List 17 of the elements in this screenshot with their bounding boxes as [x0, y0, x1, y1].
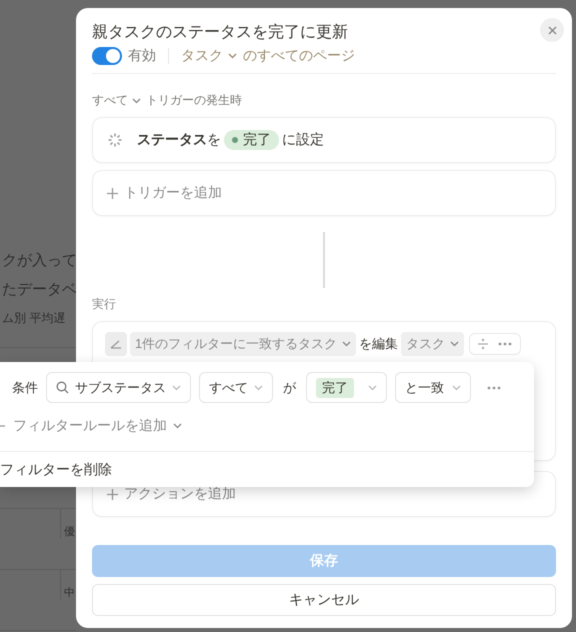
- section-label: トリガーの発生時: [146, 92, 242, 109]
- page-text: ム別 平均遅: [2, 310, 66, 327]
- action-verb: を編集: [359, 335, 398, 353]
- particle-text: を: [207, 131, 221, 149]
- table-cell: 優: [60, 509, 75, 539]
- property-name: ステータス: [137, 131, 207, 149]
- condition-label: 条件: [12, 378, 38, 396]
- scope-text: のすべてのページ: [243, 47, 355, 65]
- toggle-label: 有効: [128, 47, 156, 65]
- section-label: 実行: [92, 296, 116, 313]
- particle-text: が: [283, 378, 296, 396]
- status-tag: 完了: [224, 130, 279, 150]
- table-cell: 中: [60, 570, 75, 600]
- dialog-title: 親タスクのステータスを完了に更新: [92, 22, 348, 43]
- page-text: クが入って: [2, 251, 76, 271]
- page-text: たデータベ: [2, 280, 76, 300]
- trigger-text: に設定: [282, 131, 324, 149]
